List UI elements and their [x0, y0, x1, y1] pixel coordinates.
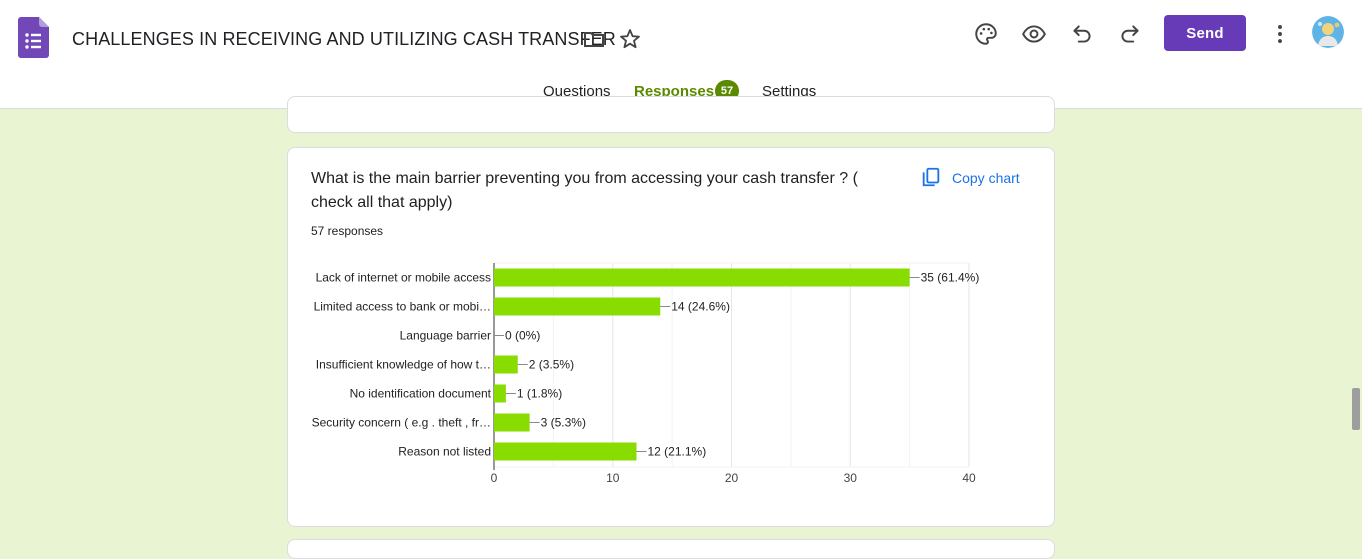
account-avatar[interactable]: [1312, 16, 1344, 48]
category-label: Security concern ( e.g . theft , fr…: [312, 416, 491, 430]
category-label: Limited access to bank or mobi…: [314, 300, 491, 314]
more-vert-icon[interactable]: [1267, 21, 1293, 47]
palette-icon[interactable]: [973, 21, 999, 47]
copy-chart-label: Copy chart: [952, 170, 1020, 186]
bar-5: [494, 413, 530, 432]
value-label: 1 (1.8%): [517, 387, 562, 401]
value-label: 2 (3.5%): [529, 358, 574, 372]
bar-1: [494, 297, 661, 316]
x-tick-label: 0: [491, 471, 498, 485]
bar-4: [494, 384, 506, 403]
value-label: 12 (21.1%): [648, 445, 707, 459]
bar-3: [494, 355, 518, 374]
value-label: 35 (61.4%): [921, 271, 980, 285]
category-label: Lack of internet or mobile access: [316, 271, 491, 285]
x-tick-label: 20: [725, 471, 739, 485]
bar-0: [494, 268, 910, 287]
preview-eye-icon[interactable]: [1021, 21, 1047, 47]
value-label: 0 (0%): [505, 329, 540, 343]
x-tick-label: 40: [962, 471, 976, 485]
send-button[interactable]: Send: [1164, 15, 1246, 51]
document-title[interactable]: CHALLENGES IN RECEIVING AND UTILIZING CA…: [72, 29, 616, 50]
category-label: No identification document: [350, 387, 492, 401]
value-label: 3 (5.3%): [541, 416, 586, 430]
category-label: Reason not listed: [398, 445, 491, 459]
chart-x-ticks: 0 10 20 30 40: [491, 471, 976, 485]
bar-chart: Lack of internet or mobile access Limited…: [312, 262, 980, 485]
x-tick-label: 30: [844, 471, 858, 485]
copy-icon: [920, 166, 942, 191]
star-icon[interactable]: [618, 27, 642, 51]
undo-icon[interactable]: [1069, 21, 1095, 47]
response-count: 57 responses: [311, 224, 384, 238]
category-label: Language barrier: [400, 329, 491, 343]
previous-question-card: [287, 96, 1055, 133]
folder-icon[interactable]: [582, 27, 606, 51]
app-header: CHALLENGES IN RECEIVING AND UTILIZING CA…: [0, 0, 1362, 109]
copy-chart-button[interactable]: Copy chart: [920, 165, 1020, 191]
chart-category-labels: Lack of internet or mobile access Limited…: [312, 271, 492, 459]
question-title: What is the main barrier preventing you …: [311, 170, 858, 211]
x-tick-label: 10: [606, 471, 620, 485]
next-question-card: [287, 539, 1055, 559]
page-scrollbar-thumb[interactable]: [1352, 388, 1360, 430]
bar-6: [494, 442, 637, 461]
redo-icon[interactable]: [1117, 21, 1143, 47]
value-label: 14 (24.6%): [671, 300, 730, 314]
forms-logo-icon[interactable]: [18, 17, 49, 58]
category-label: Insufficient knowledge of how t…: [316, 358, 491, 372]
